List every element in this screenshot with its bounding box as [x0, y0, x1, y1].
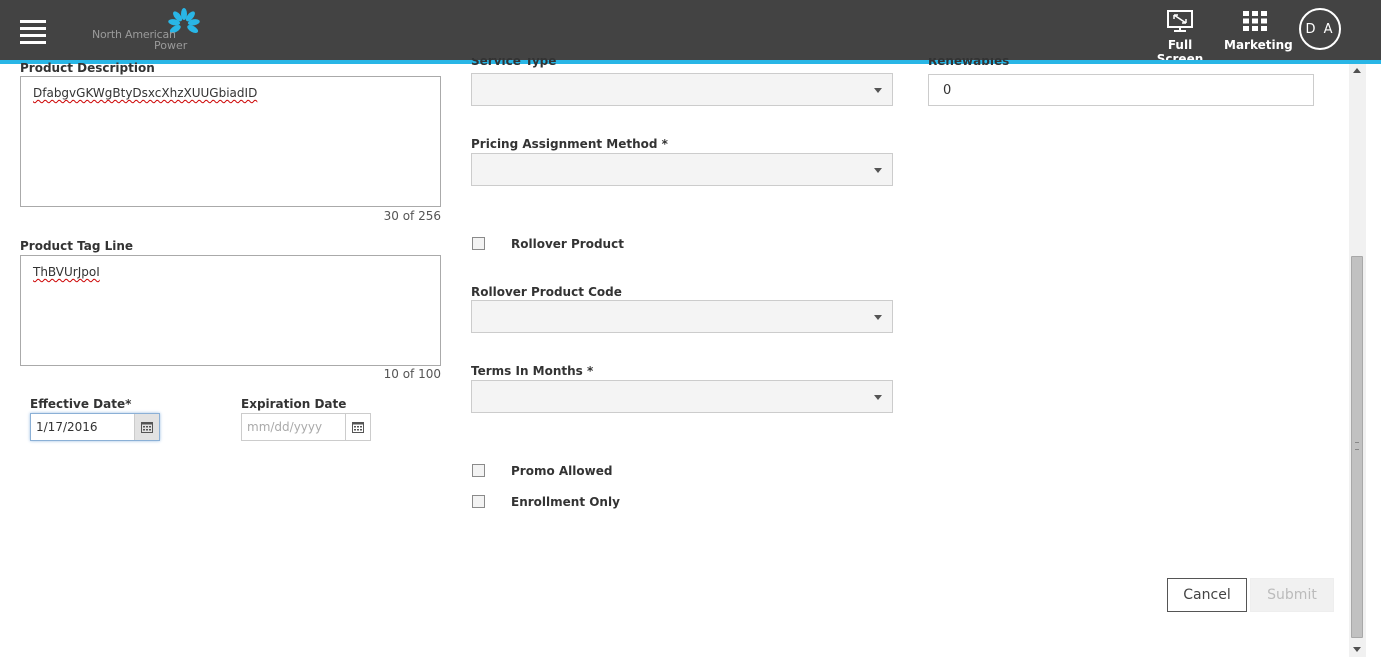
effective-date-picker[interactable]: 1/17/2016 [30, 413, 160, 441]
enrollment-only-checkbox[interactable] [472, 495, 485, 508]
expiration-date-picker[interactable]: mm/dd/yyyy [241, 413, 371, 441]
full-screen-button[interactable]: Full Screen [1148, 8, 1212, 66]
product-tag-line-textarea[interactable]: ThBVUrJpoI [20, 255, 441, 366]
submit-button[interactable]: Submit [1250, 578, 1334, 612]
marketing-button[interactable]: Marketing [1224, 8, 1293, 52]
renewables-input[interactable]: 0 [928, 74, 1314, 106]
vertical-scrollbar[interactable] [1349, 64, 1366, 657]
scroll-down-arrow-icon[interactable] [1353, 647, 1361, 652]
service-type-label: Service Type [471, 58, 557, 68]
calendar-icon[interactable] [134, 414, 159, 440]
product-description-label: Product Description [20, 61, 155, 75]
rollover-product-code-label: Rollover Product Code [471, 285, 622, 299]
calendar-icon[interactable] [345, 414, 370, 440]
top-navigation-bar: North American Power Full Screen Marketi… [0, 0, 1381, 66]
scrollbar-grip [1355, 442, 1359, 450]
company-logo[interactable]: North American Power [92, 8, 212, 54]
pricing-assignment-method-label: Pricing Assignment Method * [471, 137, 668, 151]
product-description-value: DfabgvGKWgBtyDsxcXhzXUUGbiadID [33, 86, 258, 100]
effective-date-label: Effective Date* [30, 397, 132, 411]
grid-apps-icon [1224, 8, 1286, 34]
promo-allowed-label: Promo Allowed [511, 464, 613, 478]
promo-allowed-checkbox[interactable] [472, 464, 485, 477]
product-tag-line-label: Product Tag Line [20, 239, 134, 253]
rollover-product-code-select[interactable] [471, 300, 893, 333]
user-avatar[interactable]: D A [1299, 8, 1341, 50]
chevron-down-icon [874, 88, 882, 93]
pricing-assignment-method-select[interactable] [471, 153, 893, 186]
scrollbar-thumb[interactable] [1351, 256, 1363, 638]
rollover-product-checkbox[interactable] [472, 237, 485, 250]
terms-in-months-label: Terms In Months * [471, 364, 594, 378]
terms-in-months-select[interactable] [471, 380, 893, 413]
header-accent-line [0, 60, 1381, 64]
product-description-textarea[interactable]: DfabgvGKWgBtyDsxcXhzXUUGbiadID [20, 76, 441, 207]
effective-date-input[interactable]: 1/17/2016 [31, 414, 134, 440]
scroll-up-arrow-icon[interactable] [1353, 68, 1361, 73]
monitor-fullscreen-icon [1148, 8, 1212, 34]
renewables-label: Renewables [928, 58, 1010, 68]
chevron-down-icon [874, 315, 882, 320]
cancel-button[interactable]: Cancel [1167, 578, 1247, 612]
chevron-down-icon [874, 168, 882, 173]
chevron-down-icon [874, 395, 882, 400]
expiration-date-input[interactable]: mm/dd/yyyy [242, 414, 345, 440]
logo-text-line2: Power [154, 39, 188, 52]
product-tag-line-counter: 10 of 100 [383, 367, 441, 381]
product-description-counter: 30 of 256 [383, 209, 441, 223]
rollover-product-label: Rollover Product [511, 237, 624, 251]
enrollment-only-label: Enrollment Only [511, 495, 620, 509]
product-tag-line-value: ThBVUrJpoI [33, 265, 100, 279]
service-type-select[interactable] [471, 73, 893, 106]
hamburger-menu-icon[interactable] [20, 20, 46, 44]
marketing-label: Marketing [1224, 38, 1293, 52]
expiration-date-label: Expiration Date [241, 397, 347, 411]
